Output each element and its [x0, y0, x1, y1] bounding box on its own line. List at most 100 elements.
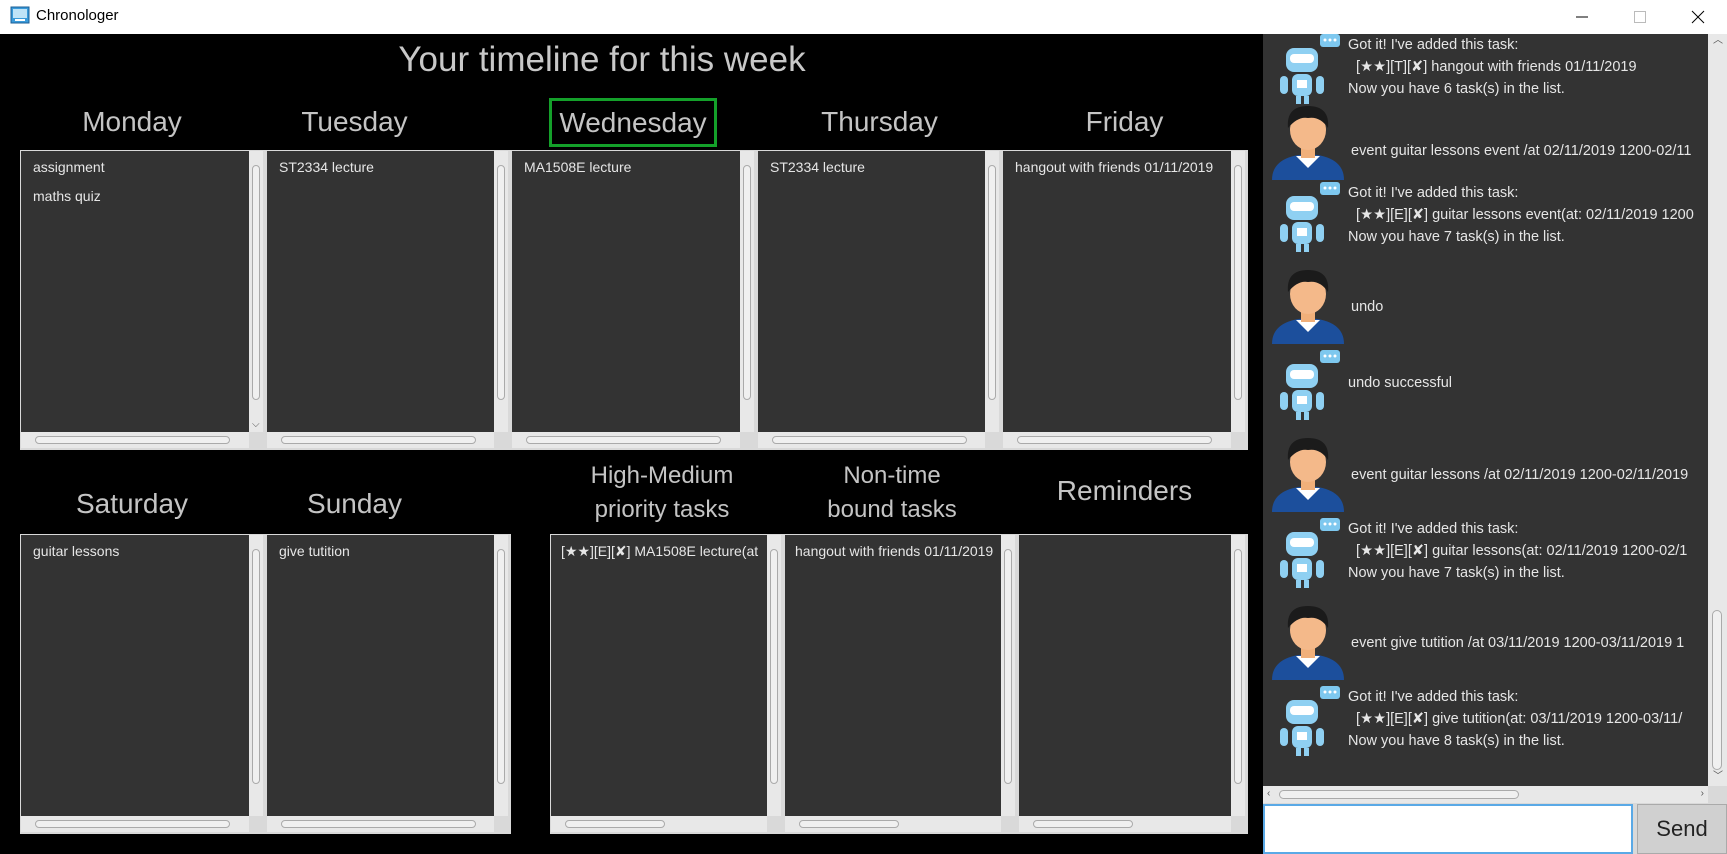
- message-text: undo: [1351, 299, 1384, 315]
- user-message: event guitar lessons /at 02/11/2019 1200…: [1263, 430, 1708, 512]
- list-item[interactable]: assignment: [33, 159, 243, 175]
- priority-header-line1: High-Medium: [590, 462, 734, 489]
- vertical-scrollbar[interactable]: [494, 151, 508, 432]
- robot-avatar-icon: [1280, 182, 1340, 252]
- horizontal-scrollbar[interactable]: [785, 816, 1001, 832]
- user-avatar-icon: [1272, 606, 1344, 680]
- day-list-sunday[interactable]: give tutition: [266, 534, 511, 834]
- vertical-scrollbar[interactable]: [767, 535, 781, 816]
- message-text: Got it! I've added this task: [★★][E][✘]…: [1348, 689, 1683, 749]
- scroll-right-icon[interactable]: ›: [1701, 789, 1704, 799]
- day-header-sunday: Sunday: [307, 488, 402, 519]
- day-list-monday[interactable]: assignment maths quiz ⌵: [20, 150, 266, 450]
- vertical-scrollbar[interactable]: [740, 151, 754, 432]
- day-header-thursday: Thursday: [821, 106, 938, 137]
- horizontal-scrollbar[interactable]: [1003, 432, 1231, 448]
- vertical-scrollbar[interactable]: [985, 151, 999, 432]
- list-item[interactable]: guitar lessons: [33, 543, 243, 559]
- chat-horizontal-scrollbar[interactable]: ‹ ›: [1263, 786, 1708, 803]
- bot-message: Got it! I've added this task: [★★][T][✘]…: [1263, 34, 1708, 104]
- bot-message: Got it! I've added this task: [★★][E][✘]…: [1263, 514, 1708, 594]
- scroll-up-icon[interactable]: ︿: [1713, 36, 1723, 46]
- list-item[interactable]: hangout with friends 01/11/2019: [1015, 159, 1229, 175]
- priority-header: High-Medium priority tasks: [562, 459, 762, 527]
- vertical-scrollbar[interactable]: [1001, 535, 1015, 816]
- robot-avatar-icon: [1280, 34, 1340, 104]
- user-avatar-icon: [1272, 438, 1344, 512]
- nontime-header-line2: bound tasks: [827, 496, 957, 523]
- list-item[interactable]: MA1508E lecture: [524, 159, 734, 175]
- day-list-friday[interactable]: hangout with friends 01/11/2019: [1002, 150, 1248, 450]
- vertical-scrollbar[interactable]: [249, 535, 263, 816]
- title-bar: Chronologer: [0, 0, 1727, 34]
- list-item[interactable]: give tutition: [279, 543, 489, 559]
- nontime-task-list[interactable]: hangout with friends 01/11/2019: [784, 534, 1018, 834]
- window-title: Chronologer: [36, 7, 119, 24]
- list-item[interactable]: ST2334 lecture: [279, 159, 489, 175]
- horizontal-scrollbar[interactable]: [21, 432, 249, 448]
- day-list-tuesday[interactable]: ST2334 lecture: [266, 150, 511, 450]
- reminders-header: Reminders: [1056, 475, 1193, 506]
- user-message: event give tutition /at 03/11/2019 1200-…: [1263, 598, 1708, 680]
- day-header-tuesday: Tuesday: [301, 106, 408, 137]
- vertical-scrollbar[interactable]: [494, 535, 508, 816]
- maximize-button[interactable]: [1611, 0, 1669, 34]
- robot-avatar-icon: [1280, 686, 1340, 756]
- user-avatar-icon: [1272, 106, 1344, 180]
- message-text: undo successful: [1348, 375, 1452, 391]
- message-text: Got it! I've added this task: [★★][E][✘]…: [1348, 521, 1688, 581]
- day-header-wednesday-today: Wednesday: [549, 98, 717, 147]
- vertical-scrollbar[interactable]: [1231, 151, 1245, 432]
- day-list-saturday[interactable]: guitar lessons: [20, 534, 266, 834]
- list-item[interactable]: hangout with friends 01/11/2019: [795, 543, 999, 559]
- scroll-thumb[interactable]: [1712, 610, 1722, 770]
- message-text: event guitar lessons /at 02/11/2019 1200…: [1351, 467, 1689, 483]
- command-input[interactable]: [1263, 804, 1633, 854]
- close-icon: [1691, 10, 1705, 24]
- horizontal-scrollbar[interactable]: [267, 816, 494, 832]
- app-icon: [10, 6, 30, 24]
- chat-pane: Got it! I've added this task: [★★][T][✘]…: [1263, 34, 1727, 854]
- horizontal-scrollbar[interactable]: [267, 432, 494, 448]
- robot-avatar-icon: [1280, 350, 1340, 420]
- message-text: event give tutition /at 03/11/2019 1200-…: [1351, 635, 1685, 651]
- bot-message: Got it! I've added this task: [★★][E][✘]…: [1263, 178, 1708, 258]
- user-message: undo: [1263, 262, 1708, 344]
- chat-history[interactable]: Got it! I've added this task: [★★][T][✘]…: [1263, 34, 1708, 786]
- horizontal-scrollbar[interactable]: [512, 432, 740, 448]
- message-text: event guitar lessons event /at 02/11/201…: [1351, 143, 1692, 159]
- user-message: event guitar lessons event /at 02/11/201…: [1263, 98, 1708, 180]
- scroll-thumb[interactable]: [1279, 790, 1519, 799]
- reminders-list[interactable]: [1018, 534, 1248, 834]
- maximize-icon: [1634, 11, 1646, 23]
- timeline-pane: Your timeline for this week Monday Tuesd…: [2, 34, 1262, 854]
- horizontal-scrollbar[interactable]: [551, 816, 767, 832]
- day-header-monday: Monday: [82, 106, 182, 137]
- vertical-scrollbar[interactable]: [1231, 535, 1245, 816]
- scroll-left-icon[interactable]: ‹: [1267, 789, 1270, 799]
- nontime-header: Non-time bound tasks: [802, 459, 982, 527]
- bot-message: Got it! I've added this task: [★★][E][✘]…: [1263, 682, 1708, 772]
- horizontal-scrollbar[interactable]: [21, 816, 249, 832]
- bot-message: undo successful: [1263, 346, 1708, 426]
- horizontal-scrollbar[interactable]: [1019, 816, 1231, 832]
- priority-header-line2: priority tasks: [594, 496, 730, 523]
- horizontal-scrollbar[interactable]: [758, 432, 985, 448]
- list-item[interactable]: maths quiz: [33, 188, 243, 204]
- list-item[interactable]: [★★][E][✘] MA1508E lecture(at: [561, 543, 765, 560]
- page-title: Your timeline for this week: [398, 40, 806, 79]
- send-button[interactable]: Send: [1637, 804, 1727, 854]
- vertical-scrollbar[interactable]: ⌵: [249, 151, 263, 432]
- day-list-wednesday[interactable]: MA1508E lecture: [511, 150, 757, 450]
- user-avatar-icon: [1272, 270, 1344, 344]
- minimize-button[interactable]: [1553, 0, 1611, 34]
- message-text: Got it! I've added this task: [★★][T][✘]…: [1348, 37, 1637, 97]
- scroll-down-icon[interactable]: ﹀: [1713, 772, 1723, 782]
- day-header-saturday: Saturday: [75, 488, 189, 519]
- list-item[interactable]: ST2334 lecture: [770, 159, 980, 175]
- chat-vertical-scrollbar[interactable]: ︿ ﹀: [1708, 34, 1727, 786]
- day-list-thursday[interactable]: ST2334 lecture: [757, 150, 1002, 450]
- message-text: Got it! I've added this task: [★★][E][✘]…: [1348, 185, 1694, 245]
- priority-task-list[interactable]: [★★][E][✘] MA1508E lecture(at: [550, 534, 784, 834]
- close-button[interactable]: [1669, 0, 1727, 34]
